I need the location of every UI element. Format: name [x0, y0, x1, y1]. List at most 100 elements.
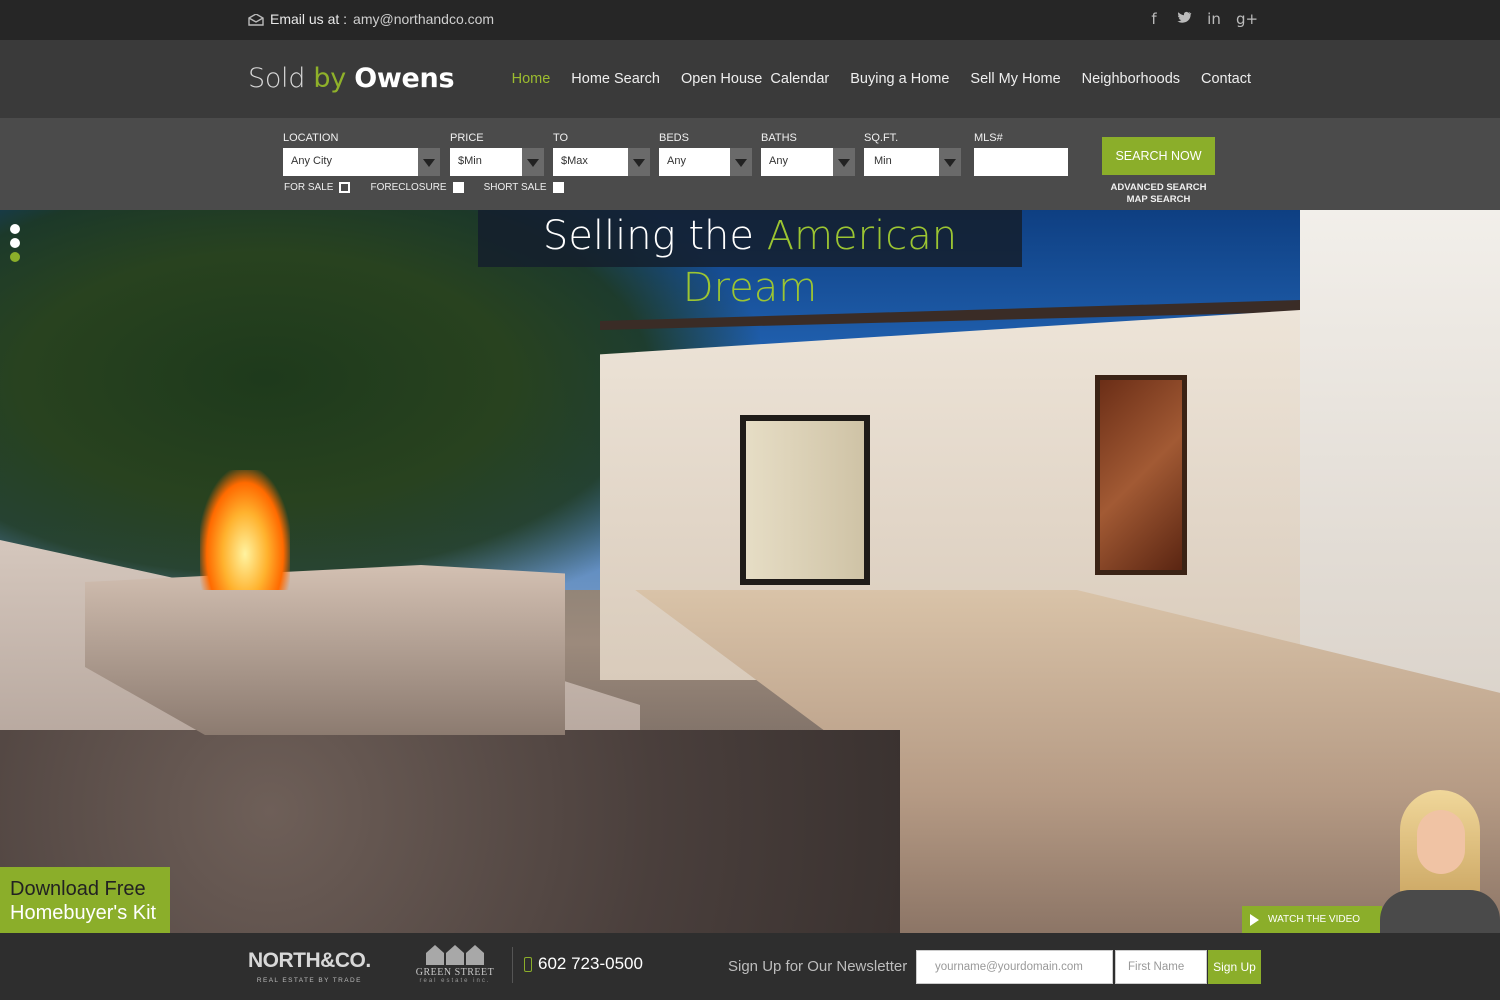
foreclosure-checkbox[interactable]: FORECLOSURE — [370, 182, 464, 193]
sqft-value: Min — [874, 155, 892, 167]
slide-dot-1[interactable] — [10, 224, 20, 234]
beds-value: Any — [667, 155, 686, 167]
sqft-select[interactable]: Min — [864, 148, 961, 176]
kit-line-2: Homebuyer's Kit — [10, 902, 157, 924]
nav-home-search[interactable]: Home Search — [571, 71, 660, 87]
twitter-icon[interactable] — [1176, 10, 1192, 28]
green-street-tagline: real estate inc. — [419, 978, 491, 984]
location-label: LOCATION — [283, 132, 339, 144]
search-links: ADVANCED SEARCH MAP SEARCH — [1102, 182, 1215, 206]
short-sale-label: SHORT SALE — [483, 182, 547, 193]
north-and-co-logo[interactable]: NORTH&CO. REAL ESTATE BY TRADE — [248, 949, 371, 984]
hero-front-door — [1095, 375, 1187, 575]
green-street-name: GREEN STREET — [415, 967, 495, 978]
logo-owens: Owens — [354, 63, 455, 94]
slide-indicators — [10, 224, 20, 262]
checkbox-icon — [452, 182, 464, 193]
map-search-link[interactable]: MAP SEARCH — [1102, 194, 1215, 206]
top-bar: Email us at : amy@northandco.com f in g+ — [0, 0, 1500, 40]
property-search-bar: LOCATION Any City PRICE $Min TO $Max BED… — [0, 118, 1500, 210]
location-select[interactable]: Any City — [283, 148, 440, 176]
agent-face — [1417, 810, 1465, 874]
main-nav: Home Home Search Open House Calendar Buy… — [512, 71, 1251, 87]
chevron-down-icon — [628, 148, 650, 176]
nav-open-house-calendar[interactable]: Open House Calendar — [681, 71, 829, 87]
hero-slider: Selling the American Dream Download Free… — [0, 210, 1500, 933]
nav-buying-a-home[interactable]: Buying a Home — [850, 71, 949, 87]
phone-icon — [524, 956, 532, 972]
nav-contact[interactable]: Contact — [1201, 71, 1251, 87]
mls-input[interactable] — [974, 148, 1068, 176]
beds-field: BEDS Any — [659, 132, 752, 176]
price-max-field: TO $Max — [553, 132, 650, 176]
newsletter-email-input[interactable]: yourname@yourdomain.com — [916, 950, 1113, 984]
linkedin-icon[interactable]: in — [1206, 10, 1222, 28]
chevron-down-icon — [833, 148, 855, 176]
slide-dot-3[interactable] — [10, 252, 20, 262]
footer-divider — [512, 947, 513, 983]
watch-video-button[interactable]: WATCH THE VIDEO — [1242, 906, 1382, 933]
price-min-field: PRICE $Min — [450, 132, 544, 176]
email-label: Email us at : — [270, 11, 348, 27]
price-max-value: $Max — [561, 155, 588, 167]
search-now-button[interactable]: SEARCH NOW — [1102, 137, 1215, 175]
site-header: Sold by Owens Home Home Search Open Hous… — [0, 40, 1500, 118]
checkbox-icon — [552, 182, 564, 193]
phone-contact[interactable]: 602 723-0500 — [524, 954, 643, 974]
slide-dot-2[interactable] — [10, 238, 20, 248]
chevron-down-icon — [939, 148, 961, 176]
to-label: TO — [553, 132, 569, 144]
green-street-logo[interactable]: GREEN STREET real estate inc. — [412, 945, 498, 984]
newsletter-label: Sign Up for Our Newsletter — [728, 958, 908, 975]
houses-icon — [412, 945, 498, 967]
north-and-co-tagline: REAL ESTATE BY TRADE — [256, 977, 362, 984]
baths-value: Any — [769, 155, 788, 167]
beds-select[interactable]: Any — [659, 148, 752, 176]
checkbox-icon — [339, 182, 351, 193]
price-label: PRICE — [450, 132, 484, 144]
agent-body — [1380, 890, 1500, 933]
email-address[interactable]: amy@northandco.com — [353, 11, 494, 27]
baths-field: BATHS Any — [761, 132, 855, 176]
phone-number: 602 723-0500 — [538, 954, 643, 973]
sqft-field: SQ.FT. Min — [864, 132, 961, 176]
baths-label: BATHS — [761, 132, 797, 144]
price-min-select[interactable]: $Min — [450, 148, 544, 176]
google-plus-icon[interactable]: g+ — [1236, 10, 1258, 28]
agent-photo — [1380, 790, 1500, 933]
facebook-icon[interactable]: f — [1146, 10, 1162, 28]
beds-label: BEDS — [659, 132, 689, 144]
location-value: Any City — [291, 155, 332, 167]
advanced-search-link[interactable]: ADVANCED SEARCH — [1102, 182, 1215, 194]
newsletter-first-name-input[interactable]: First Name — [1115, 950, 1207, 984]
newsletter-sign-up-button[interactable]: Sign Up — [1208, 950, 1261, 984]
site-logo[interactable]: Sold by Owens — [248, 63, 455, 94]
kit-line-1: Download Free — [10, 878, 146, 900]
nav-neighborhoods[interactable]: Neighborhoods — [1082, 71, 1180, 87]
logo-by: by — [313, 63, 346, 94]
sale-type-filters: FOR SALE FORECLOSURE SHORT SALE — [284, 182, 584, 193]
nav-sell-my-home[interactable]: Sell My Home — [970, 71, 1060, 87]
baths-select[interactable]: Any — [761, 148, 855, 176]
logo-sold: Sold — [248, 63, 306, 94]
chevron-down-icon — [418, 148, 440, 176]
play-icon — [1250, 914, 1259, 926]
hero-glass-door — [740, 415, 870, 585]
price-min-value: $Min — [458, 155, 482, 167]
hero-title-plain: Selling the — [542, 213, 754, 259]
for-sale-checkbox[interactable]: FOR SALE — [284, 182, 351, 193]
for-sale-label: FOR SALE — [284, 182, 334, 193]
homebuyer-kit-button[interactable]: Download Free Homebuyer's Kit — [0, 867, 170, 933]
social-links: f in g+ — [1146, 10, 1258, 28]
short-sale-checkbox[interactable]: SHORT SALE — [484, 182, 564, 193]
site-footer: NORTH&CO. REAL ESTATE BY TRADE GREEN STR… — [0, 933, 1500, 1000]
mls-field: MLS# — [974, 132, 1068, 176]
chevron-down-icon — [730, 148, 752, 176]
email-contact[interactable]: Email us at : amy@northandco.com — [248, 11, 494, 27]
north-and-co-name: NORTH&CO. — [248, 949, 371, 972]
hero-title-box: Selling the American Dream — [478, 210, 1022, 311]
foreclosure-label: FORECLOSURE — [370, 182, 447, 193]
watch-video-label: WATCH THE VIDEO — [1268, 914, 1361, 925]
price-max-select[interactable]: $Max — [553, 148, 650, 176]
nav-home[interactable]: Home — [512, 71, 551, 87]
